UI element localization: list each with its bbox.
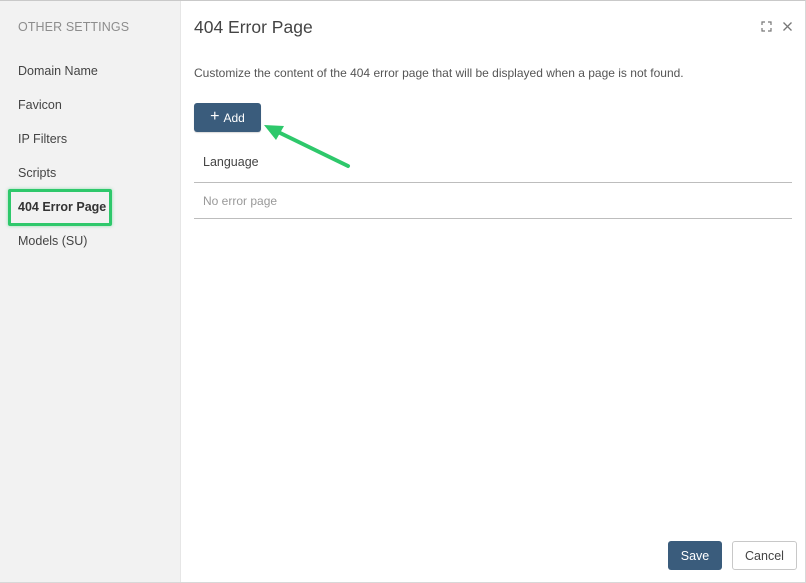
- empty-table-message: No error page: [203, 194, 278, 208]
- table-row: No error page: [194, 183, 792, 219]
- save-button[interactable]: Save: [668, 541, 722, 570]
- sidebar-heading: OTHER SETTINGS: [18, 20, 130, 34]
- sidebar-item-domain-name[interactable]: Domain Name: [18, 64, 98, 78]
- settings-sidebar: OTHER SETTINGS Domain Name Favicon IP Fi…: [0, 1, 181, 582]
- sidebar-item-404-error-page[interactable]: 404 Error Page: [18, 200, 106, 214]
- sidebar-item-models-su[interactable]: Models (SU): [18, 234, 87, 248]
- sidebar-item-scripts[interactable]: Scripts: [18, 166, 56, 180]
- add-button[interactable]: + Add: [194, 103, 261, 132]
- maximize-icon[interactable]: [759, 19, 773, 33]
- sidebar-item-ip-filters[interactable]: IP Filters: [18, 132, 67, 146]
- add-button-label: Add: [223, 110, 245, 125]
- cancel-button[interactable]: Cancel: [732, 541, 797, 570]
- page-description: Customize the content of the 404 error p…: [194, 66, 684, 80]
- main-panel: 404 Error Page Customize the content of …: [182, 1, 805, 582]
- table-header: Language: [194, 143, 792, 183]
- sidebar-item-favicon[interactable]: Favicon: [18, 98, 62, 112]
- close-icon[interactable]: [780, 19, 794, 33]
- column-header-language[interactable]: Language: [203, 155, 259, 169]
- plus-icon: +: [210, 107, 220, 125]
- page-title: 404 Error Page: [194, 17, 313, 37]
